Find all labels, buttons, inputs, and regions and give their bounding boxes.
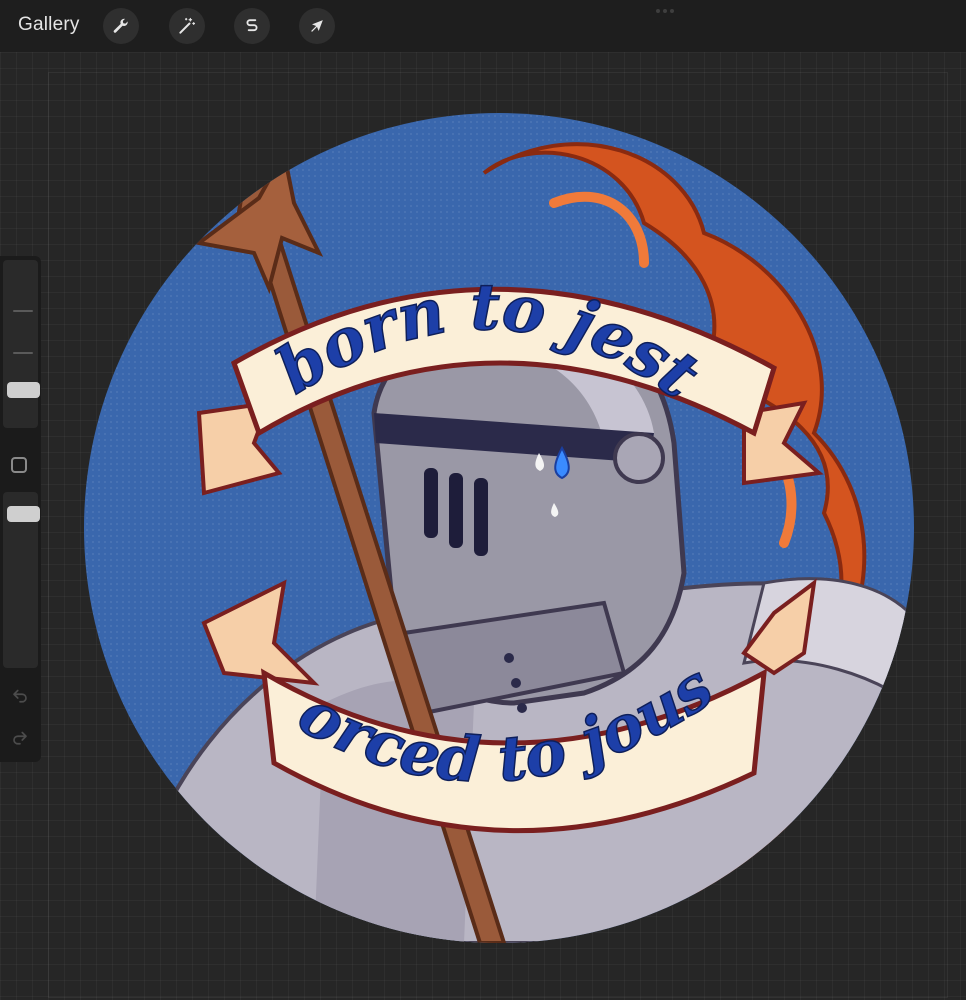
actions-button[interactable]: [103, 8, 139, 44]
adjustments-button[interactable]: [169, 8, 205, 44]
selection-s-icon: [246, 19, 258, 32]
transform-button[interactable]: [299, 8, 335, 44]
wrench-icon: [113, 18, 128, 33]
brush-size-slider[interactable]: [3, 260, 40, 428]
redo-icon[interactable]: [11, 728, 29, 746]
gallery-button[interactable]: Gallery: [18, 14, 80, 36]
toolbar-grip-handle[interactable]: [656, 9, 680, 15]
slider-tick: [13, 310, 33, 312]
artwork-canvas[interactable]: born to jest forced to joust: [84, 113, 914, 943]
sticker-illustration: [84, 113, 914, 943]
undo-icon[interactable]: [11, 686, 29, 704]
top-toolbar: Gallery: [0, 0, 966, 52]
opacity-slider[interactable]: [3, 492, 40, 668]
left-sidebar: [0, 256, 41, 762]
selection-button[interactable]: [234, 8, 270, 44]
modify-button-icon[interactable]: [11, 457, 27, 473]
opacity-thumb[interactable]: [7, 506, 40, 522]
magic-wand-icon: [179, 17, 196, 34]
arrow-cursor-icon: [311, 20, 323, 32]
slider-tick: [13, 352, 33, 354]
brush-size-thumb[interactable]: [7, 382, 40, 398]
